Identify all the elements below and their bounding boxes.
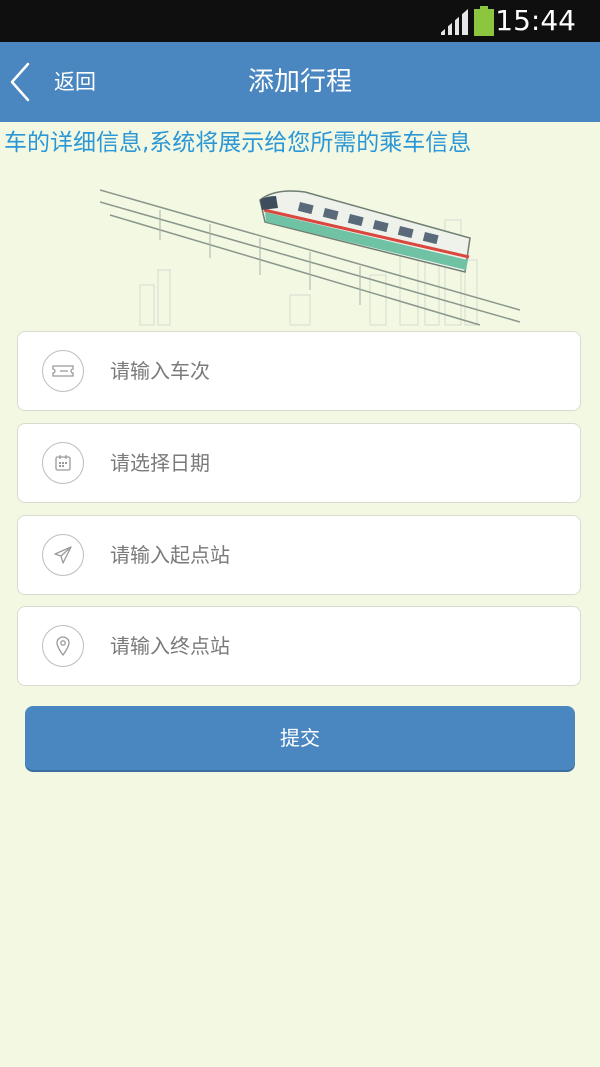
calendar-icon — [42, 442, 84, 484]
start-station-placeholder: 请输入起点站 — [110, 543, 230, 567]
status-bar: 15:44 — [0, 0, 600, 42]
submit-button[interactable]: 提交 — [25, 706, 575, 770]
battery-icon — [474, 6, 494, 36]
date-placeholder: 请选择日期 — [110, 451, 210, 475]
date-field[interactable]: 请选择日期 — [17, 423, 581, 503]
ticket-icon — [42, 350, 84, 392]
paper-plane-icon — [42, 534, 84, 576]
train-number-placeholder: 请输入车次 — [110, 359, 210, 383]
location-pin-icon — [42, 625, 84, 667]
end-station-field[interactable]: 请输入终点站 — [17, 606, 581, 686]
signal-icon — [438, 9, 468, 35]
start-station-field[interactable]: 请输入起点站 — [17, 515, 581, 595]
page-title: 添加行程 — [247, 67, 352, 97]
train-illustration — [100, 189, 520, 326]
train-number-field[interactable]: 请输入车次 — [17, 331, 581, 411]
info-marquee: 车的详细信息,系统将展示给您所需的乘车信息 — [4, 130, 472, 156]
status-time: 15:44 — [495, 4, 576, 37]
app-header: 返回 添加行程 — [0, 42, 600, 122]
end-station-placeholder: 请输入终点站 — [110, 634, 230, 658]
